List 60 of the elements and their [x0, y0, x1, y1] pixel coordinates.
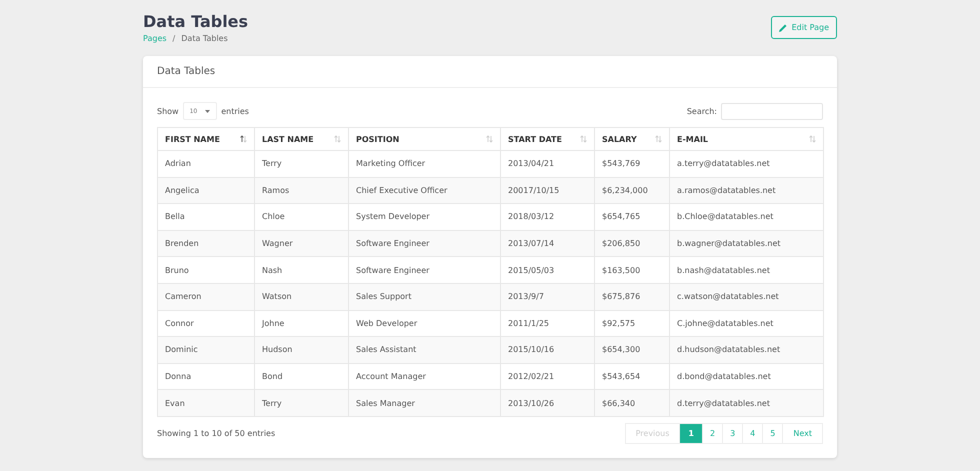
table-cell: b.nash@datatables.net: [670, 256, 824, 284]
table-cell: 2018/03/12: [500, 204, 594, 230]
table-cell: Adrian: [158, 150, 254, 178]
column-header[interactable]: POSITION: [348, 128, 500, 150]
table-cell: Nash: [254, 256, 348, 284]
show-label: Show: [157, 106, 179, 116]
table-cell: 2013/10/26: [500, 390, 594, 416]
table-cell: System Developer: [348, 204, 500, 230]
page-button[interactable]: 2: [702, 422, 724, 444]
page-button[interactable]: 5: [762, 422, 784, 444]
table-cell: Terry: [254, 150, 348, 178]
table-info: Showing 1 to 10 of 50 entries: [157, 428, 276, 438]
page-button[interactable]: 4: [742, 422, 764, 444]
table-cell: Software Engineer: [348, 256, 500, 284]
table-cell: Marketing Officer: [348, 150, 500, 178]
column-header[interactable]: FIRST NAME: [158, 128, 254, 150]
table-cell: Evan: [158, 390, 254, 416]
table-cell: 2015/10/16: [500, 336, 594, 364]
breadcrumb-current: Data Tables: [181, 34, 228, 43]
table-cell: 2013/9/7: [500, 283, 594, 310]
column-header[interactable]: E-MAIL: [670, 128, 824, 150]
breadcrumb-separator: /: [172, 34, 176, 43]
table-cell: c.watson@datatables.net: [670, 283, 824, 310]
table-cell: Terry: [254, 390, 348, 416]
table-cell: 2015/05/03: [500, 256, 594, 284]
table-cell: b.Chloe@datatables.net: [670, 204, 824, 230]
next-button[interactable]: Next: [782, 422, 823, 444]
pencil-icon: [778, 24, 787, 32]
table-cell: $543,769: [594, 150, 670, 178]
breadcrumb-link[interactable]: Pages: [143, 34, 167, 43]
table-cell: Watson: [254, 283, 348, 310]
table-cell: $163,500: [594, 256, 670, 284]
page-button[interactable]: 3: [722, 422, 744, 444]
edit-page-button[interactable]: Edit Page: [770, 16, 837, 39]
column-header[interactable]: LAST NAME: [254, 128, 348, 150]
table-cell: d.hudson@datatables.net: [670, 336, 824, 364]
table-cell: $654,765: [594, 204, 670, 230]
table-cell: $675,876: [594, 283, 670, 310]
page-button[interactable]: 1: [679, 422, 703, 444]
table-cell: $654,300: [594, 336, 670, 364]
card-title: Data Tables: [157, 66, 216, 77]
column-header[interactable]: START DATE: [500, 128, 594, 150]
entries-label: entries: [221, 106, 249, 116]
search-field[interactable]: [721, 102, 823, 120]
table-cell: Dominic: [158, 336, 254, 364]
table-cell: Sales Manager: [348, 390, 500, 416]
table-cell: Bruno: [158, 256, 254, 284]
table-cell: Bella: [158, 204, 254, 230]
table-cell: Sales Support: [348, 283, 500, 310]
table-cell: d.terry@datatables.net: [670, 390, 824, 416]
table-cell: 2013/04/21: [500, 150, 594, 178]
table-cell: a.terry@datatables.net: [670, 150, 824, 178]
caret-icon: [205, 110, 210, 112]
table-cell: Hudson: [254, 336, 348, 364]
table-cell: $66,340: [594, 390, 670, 416]
table-cell: Sales Assistant: [348, 336, 500, 364]
table-cell: Chloe: [254, 204, 348, 230]
search-label: Search:: [686, 106, 717, 116]
page-title: Data Tables: [143, 12, 248, 32]
table-cell: Cameron: [158, 283, 254, 310]
